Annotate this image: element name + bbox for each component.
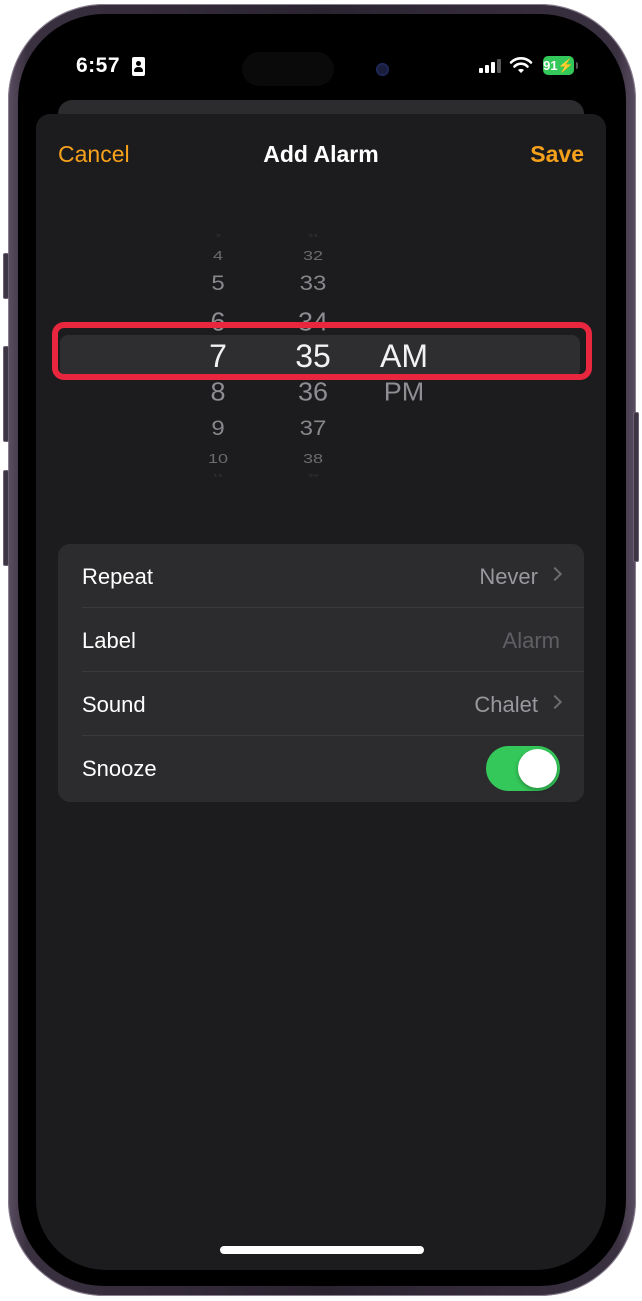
toggle-knob (518, 749, 557, 788)
snooze-toggle[interactable] (486, 746, 560, 791)
volume-up-button (3, 346, 9, 442)
chevron-right-icon (547, 694, 563, 710)
battery-icon: 91⚡ (543, 56, 574, 75)
camera-dot-icon (376, 63, 389, 76)
minute-option[interactable]: 36 (273, 379, 353, 405)
dynamic-island (242, 52, 334, 86)
minute-option[interactable]: 38 (273, 453, 353, 466)
sound-value: Chalet (474, 692, 538, 717)
hour-option[interactable]: 10 (178, 453, 258, 466)
sound-row[interactable]: Sound Chalet (58, 672, 584, 736)
hour-option[interactable]: 4 (178, 250, 258, 263)
wifi-icon (509, 57, 533, 73)
minute-option[interactable]: 39 (273, 474, 353, 478)
page-title: Add Alarm (263, 141, 379, 167)
alarm-settings-list: Repeat Never Label Alarm Sound Chalet Sn… (58, 544, 584, 802)
volume-down-button (3, 470, 9, 566)
hour-option[interactable]: 8 (178, 379, 258, 405)
highlight-annotation-box (52, 322, 592, 380)
row-label: Snooze (82, 756, 157, 781)
row-label: Label (82, 628, 136, 653)
hour-option[interactable]: 5 (178, 273, 258, 294)
cellular-signal-icon (479, 59, 501, 73)
label-row[interactable]: Label Alarm (58, 608, 584, 672)
hour-option[interactable]: 9 (178, 418, 258, 439)
hour-option[interactable]: 11 (178, 474, 258, 478)
contact-card-icon (132, 57, 145, 76)
snooze-row: Snooze (58, 736, 584, 800)
minute-option[interactable]: 33 (273, 273, 353, 294)
minute-option[interactable]: 32 (273, 250, 353, 263)
action-button (3, 253, 9, 299)
status-time: 6:57 (76, 54, 121, 77)
screen: 6:57 91⚡ Cancel Add Alarm Save 3 4 5 6 7 8 9 10… (36, 30, 606, 1270)
charging-bolt-icon: ⚡ (557, 58, 574, 73)
repeat-value: Never (479, 564, 538, 589)
save-button[interactable]: Save (530, 141, 584, 168)
minute-option[interactable]: 31 (273, 234, 353, 238)
power-button (633, 412, 639, 562)
period-option[interactable]: PM (364, 379, 444, 405)
battery-percent: 91 (543, 58, 558, 73)
add-alarm-sheet: Cancel Add Alarm Save 3 4 5 6 7 8 9 10 11 31 32 33… (36, 114, 606, 1270)
home-indicator[interactable] (220, 1246, 424, 1254)
repeat-row[interactable]: Repeat Never (58, 544, 584, 608)
label-input[interactable]: Alarm (503, 628, 560, 654)
chevron-right-icon (547, 566, 563, 582)
minute-option[interactable]: 37 (273, 418, 353, 439)
row-label: Sound (82, 692, 146, 717)
row-label: Repeat (82, 564, 153, 589)
time-picker[interactable]: 3 4 5 6 7 8 9 10 11 31 32 33 34 35 36 37 38 39 AM PM (36, 214, 606, 514)
battery-cap (576, 62, 578, 69)
hour-option[interactable]: 3 (178, 234, 258, 238)
